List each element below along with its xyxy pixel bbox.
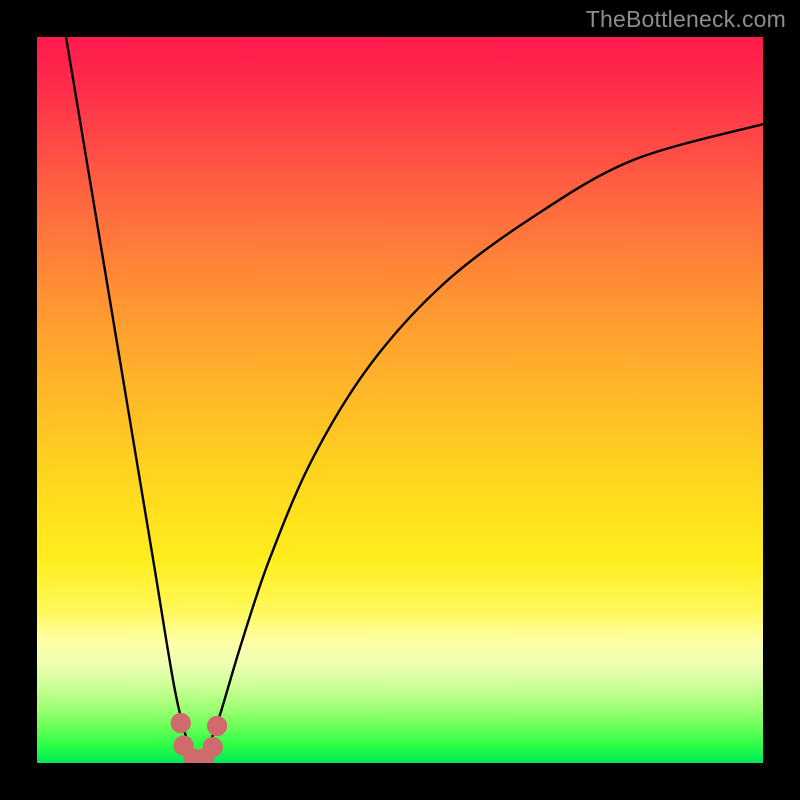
watermark-text: TheBottleneck.com xyxy=(586,6,786,33)
plot-area xyxy=(37,37,763,763)
blob-point xyxy=(203,737,223,757)
curve-layer xyxy=(37,37,763,763)
chart-frame: TheBottleneck.com xyxy=(0,0,800,800)
bottleneck-curve xyxy=(66,37,763,763)
blob-point xyxy=(171,713,191,733)
blob-point xyxy=(207,716,227,736)
blob-cluster xyxy=(171,713,228,763)
